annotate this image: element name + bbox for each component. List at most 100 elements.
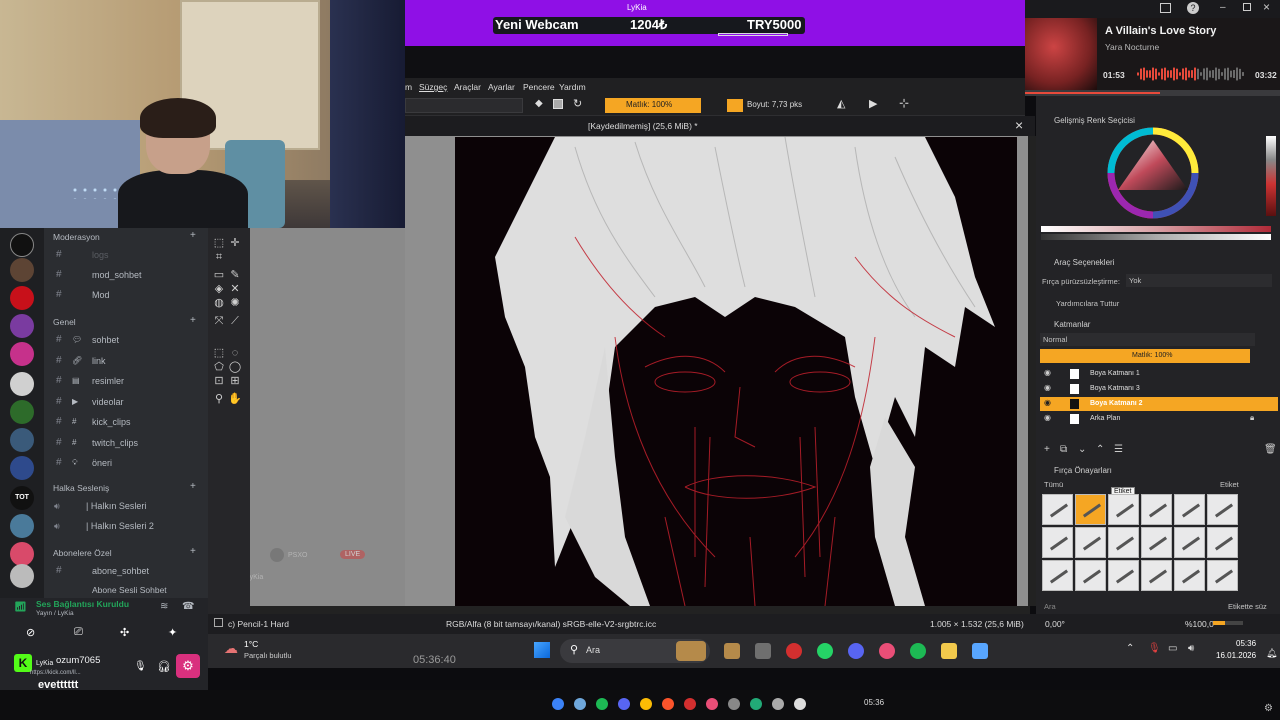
- brush-preset[interactable]: [1042, 494, 1073, 525]
- brush-preset[interactable]: [1207, 560, 1238, 591]
- delete-layer-icon[interactable]: 🗑︎: [1264, 444, 1277, 455]
- menu-help[interactable]: Yardım: [559, 82, 586, 92]
- magic-select-icon[interactable]: ⊡: [212, 374, 226, 388]
- brush-preset[interactable]: [1174, 560, 1205, 591]
- brush-preset[interactable]: [1174, 494, 1205, 525]
- server-icon[interactable]: [10, 542, 34, 566]
- taskbar-app-icon[interactable]: [662, 698, 674, 710]
- menu-tools[interactable]: Araçlar: [454, 82, 481, 92]
- username[interactable]: ozum7065: [56, 655, 100, 666]
- brush-preset[interactable]: [1141, 560, 1172, 591]
- menu-settings[interactable]: Ayarlar: [488, 82, 515, 92]
- screenshot-icon[interactable]: [1160, 3, 1171, 13]
- menu-item[interactable]: m: [405, 82, 412, 92]
- reload-icon[interactable]: ↻: [573, 97, 582, 110]
- brush-preset[interactable]: [1108, 560, 1139, 591]
- channel-abone-sohbet[interactable]: abone_sohbet: [92, 566, 149, 576]
- brush-preset[interactable]: [1141, 494, 1172, 525]
- rotation-angle[interactable]: 0,00°: [1045, 619, 1065, 629]
- pan-tool-icon[interactable]: ✋: [228, 392, 242, 406]
- taskbar-app-icon[interactable]: [772, 698, 784, 710]
- wrap-icon[interactable]: ⊹: [899, 96, 909, 110]
- ruler-tool-icon[interactable]: ⟋: [228, 314, 242, 328]
- layer-opacity-slider[interactable]: Matlık: 100%: [1040, 349, 1250, 363]
- ellipse-select-icon[interactable]: ◌: [228, 346, 242, 360]
- channel-item[interactable]: resimler: [92, 376, 124, 386]
- mirror-vertical-icon[interactable]: ▶: [869, 97, 877, 110]
- brush-tool-icon[interactable]: ✎: [228, 268, 242, 282]
- close-icon[interactable]: ×: [1263, 0, 1270, 14]
- size-slider[interactable]: Boyut: 7,73 pks: [745, 98, 831, 113]
- channel-mod[interactable]: Mod: [92, 290, 110, 300]
- category-voice[interactable]: Halka Sesleniş: [53, 483, 109, 493]
- move-up-icon[interactable]: ⌃: [1096, 444, 1104, 455]
- taskbar-app-icon[interactable]: [786, 643, 802, 659]
- screen-share-icon[interactable]: ⎚: [74, 626, 83, 639]
- add-layer-icon[interactable]: +: [1044, 444, 1050, 455]
- mirror-horizontal-icon[interactable]: ◭: [837, 97, 845, 110]
- settings-gear-icon[interactable]: ⚙: [176, 654, 200, 678]
- text-tool-icon[interactable]: ▭: [212, 268, 226, 282]
- mic-tray-icon[interactable]: 🎙︎: [1148, 643, 1161, 654]
- server-icon[interactable]: [10, 564, 34, 588]
- menu-window[interactable]: Pencere: [523, 82, 555, 92]
- taskbar-time[interactable]: 05:36: [1236, 639, 1256, 648]
- transform-tool-icon[interactable]: ⬚: [212, 236, 226, 250]
- network-icon[interactable]: ▭: [1168, 643, 1177, 654]
- category-subscribers[interactable]: Abonelere Özel: [53, 548, 112, 558]
- taskbar-app-icon[interactable]: [706, 698, 718, 710]
- brush-preset[interactable]: [1141, 527, 1172, 558]
- voice-channel[interactable]: | Halkın Sesleri 2: [86, 521, 154, 531]
- voice-channel[interactable]: | Halkın Sesleri: [86, 501, 146, 511]
- soundboard-icon[interactable]: ✦: [168, 626, 177, 639]
- add-channel-icon[interactable]: +: [190, 315, 196, 326]
- zoom-tool-icon[interactable]: ⚲: [212, 392, 226, 406]
- taskbar-app-icon[interactable]: [941, 643, 957, 659]
- channel-item[interactable]: kick_clips: [92, 417, 131, 427]
- tray-up-icon[interactable]: ⌃: [1126, 643, 1134, 654]
- value-slider[interactable]: [1041, 226, 1271, 232]
- layer-row[interactable]: ◉ Boya Katmanı 3: [1040, 382, 1278, 396]
- channel-item[interactable]: link: [92, 356, 106, 366]
- color-sampler-icon[interactable]: ✺: [228, 296, 242, 310]
- channel-logs[interactable]: logs: [92, 250, 109, 260]
- channel-item[interactable]: sohbet: [92, 335, 119, 345]
- layer-row-active[interactable]: ◉ Boya Katmanı 2: [1040, 397, 1278, 411]
- lasso-select-icon[interactable]: ◯: [228, 360, 242, 374]
- taskbar-app-icon[interactable]: [574, 698, 586, 710]
- brush-preset[interactable]: [1108, 527, 1139, 558]
- category-general[interactable]: Genel: [53, 317, 76, 327]
- alpha-lock-icon[interactable]: [553, 99, 563, 109]
- activities-icon[interactable]: ✣: [120, 626, 129, 639]
- notification-bell-icon[interactable]: 🔔︎: [1266, 648, 1277, 659]
- taskbar-app-icon[interactable]: [552, 698, 564, 710]
- disconnect-icon[interactable]: ☎: [182, 601, 194, 612]
- add-channel-icon[interactable]: +: [190, 230, 196, 241]
- minimize-icon[interactable]: –: [1220, 2, 1226, 13]
- server-icon[interactable]: [10, 514, 34, 538]
- add-channel-icon[interactable]: +: [190, 546, 196, 557]
- tag-filter[interactable]: Etiket: [1220, 480, 1239, 489]
- channel-item[interactable]: twitch_clips: [92, 438, 138, 448]
- move-down-icon[interactable]: ⌄: [1078, 444, 1086, 455]
- windows-start-icon[interactable]: [534, 642, 550, 658]
- layer-properties-icon[interactable]: ☰: [1114, 444, 1123, 455]
- noise-suppression-icon[interactable]: ≋: [160, 601, 168, 612]
- server-icon[interactable]: [10, 258, 34, 282]
- channel-item[interactable]: öneri: [92, 458, 112, 468]
- taskbar-app-icon[interactable]: [596, 698, 608, 710]
- taskbar-app-icon[interactable]: [755, 643, 771, 659]
- taskbar-app-icon[interactable]: [728, 698, 740, 710]
- taskbar-app-icon[interactable]: [972, 643, 988, 659]
- channel-abone-voice[interactable]: Abone Sesli Sohbet: [92, 585, 167, 595]
- close-document-icon[interactable]: ×: [1015, 117, 1023, 133]
- channel-mod-sohbet[interactable]: mod_sohbet: [92, 270, 142, 280]
- move-tool-icon[interactable]: ✛: [228, 236, 242, 250]
- measure-tool-icon[interactable]: ⤧: [212, 314, 226, 328]
- rect-select-icon[interactable]: ⬚: [212, 346, 226, 360]
- server-icon[interactable]: [10, 342, 34, 366]
- headphones-icon[interactable]: 🎧︎: [157, 660, 171, 673]
- server-icon[interactable]: TOT: [10, 486, 34, 510]
- brush-preset[interactable]: [1075, 560, 1106, 591]
- visibility-eye-icon[interactable]: ◉: [1044, 368, 1051, 377]
